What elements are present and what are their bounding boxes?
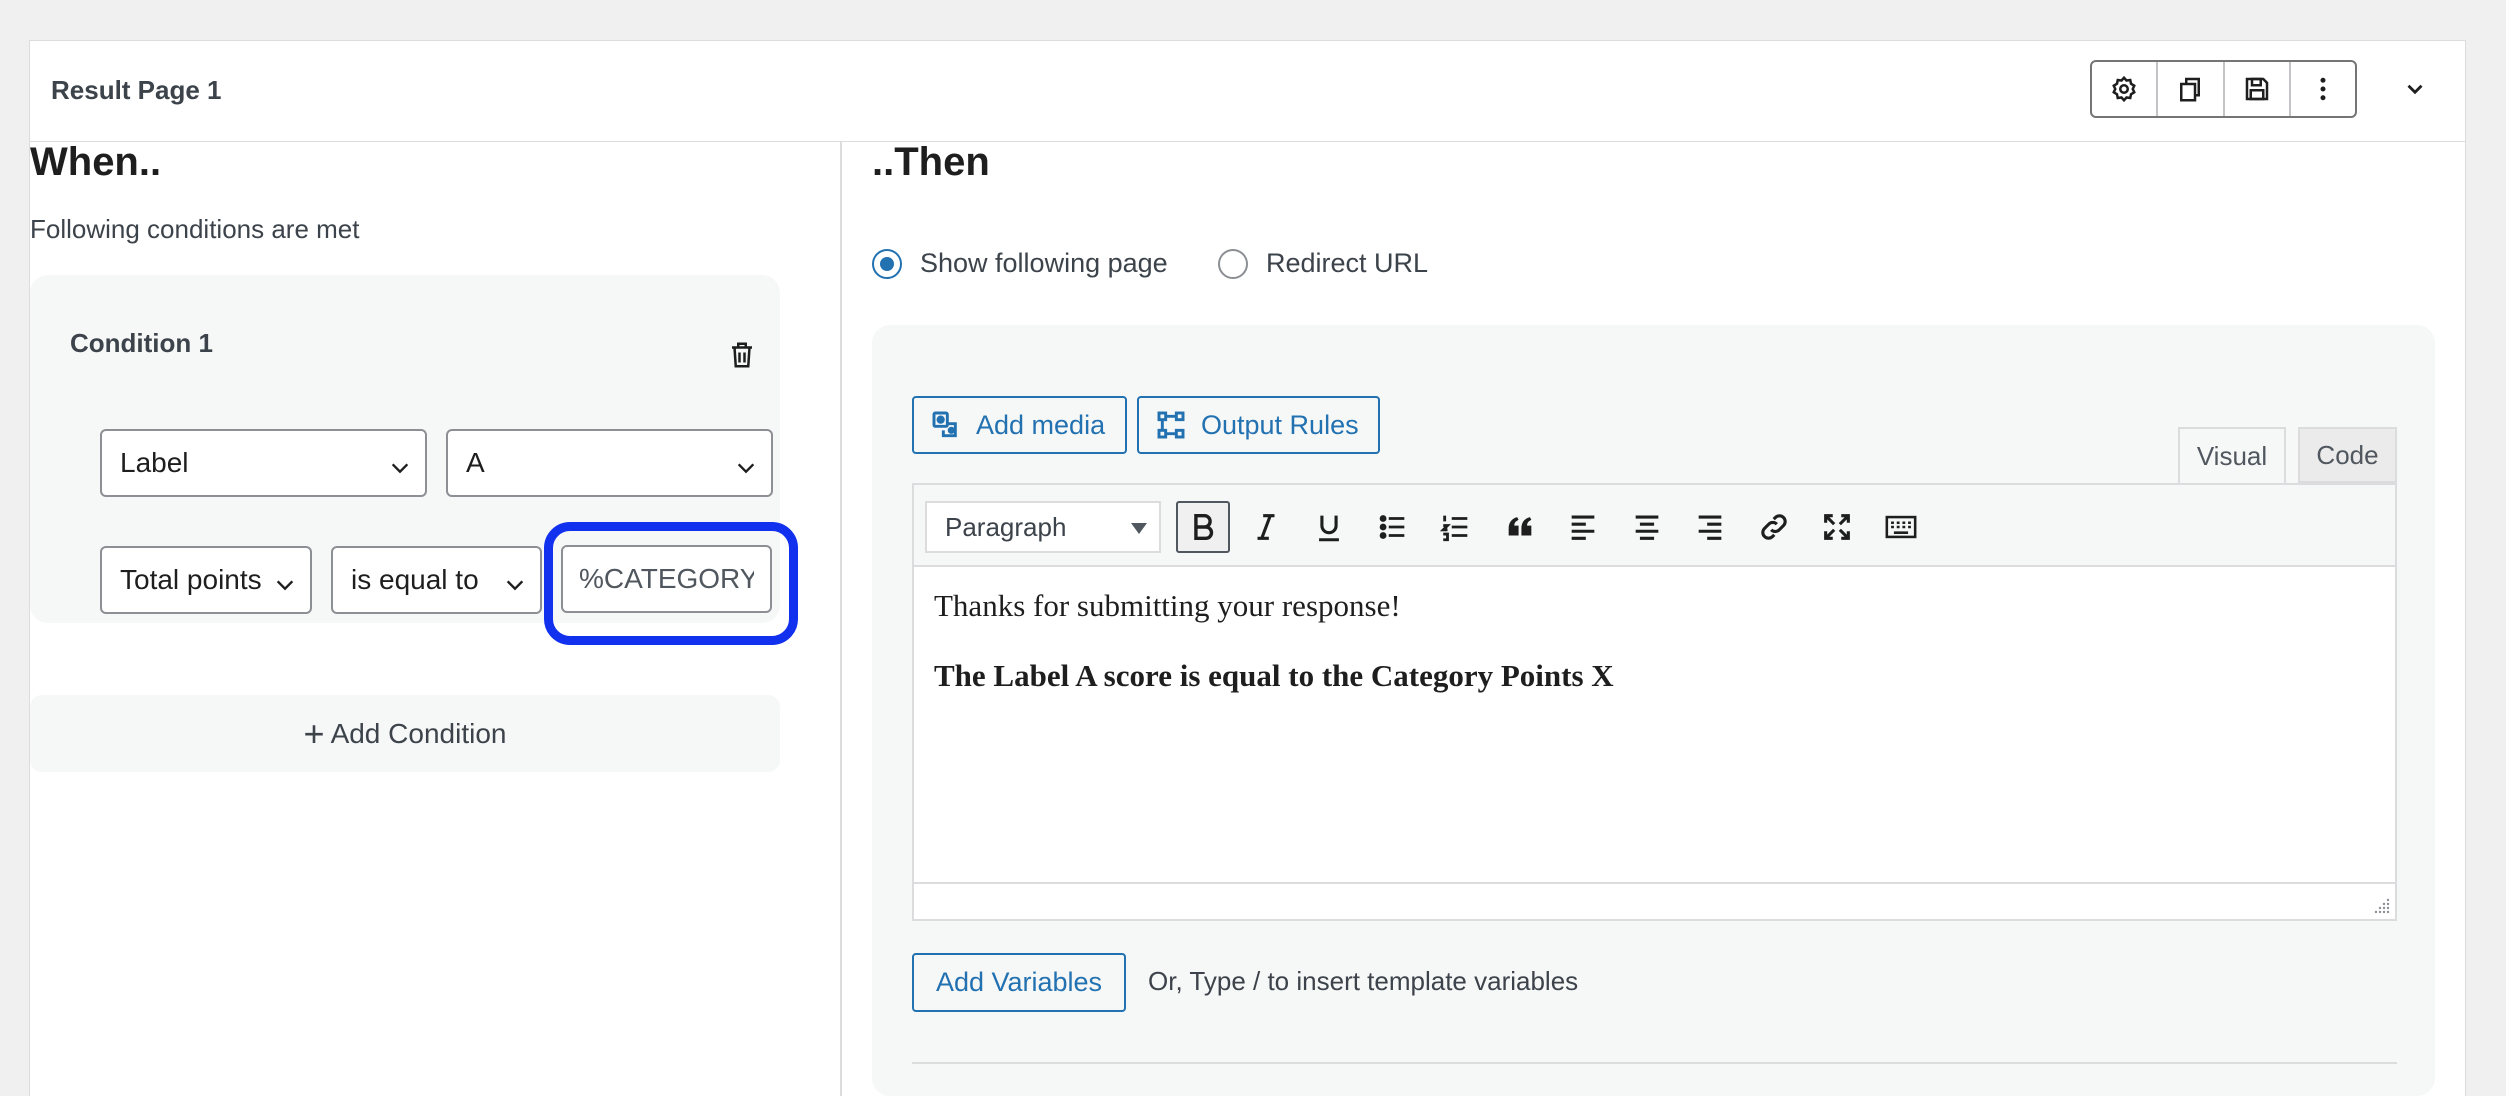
chevron-down-icon [504,570,526,591]
duplicate-button[interactable] [2158,62,2225,116]
redirect-url-option[interactable]: Redirect URL [1218,248,1428,279]
condition-operator-select[interactable]: is equal to [331,546,542,614]
bullet-list-icon [1379,515,1405,539]
duplicate-icon [2180,77,2201,102]
show-page-label: Show following page [920,248,1168,278]
column-divider [840,142,842,1096]
toolbar-toggle-button[interactable] [1874,501,1928,553]
output-rules-label: Output Rules [1201,409,1359,440]
flow-icon [1157,411,1185,439]
format-select-value: Paragraph [945,511,1067,542]
condition-label-value: A [466,447,485,478]
tab-visual[interactable]: Visual [2178,427,2286,483]
plus-icon: + [303,712,325,754]
align-left-button[interactable] [1556,501,1610,553]
save-icon [2245,77,2268,101]
condition-metric-value: Total points [120,564,262,595]
resize-grip-icon[interactable] [2373,897,2391,915]
variables-hint: Or, Type / to insert template variables [1148,966,1579,996]
insert-link-button[interactable] [1747,501,1801,553]
align-left-icon [1571,515,1595,540]
redirect-url-label: Redirect URL [1266,248,1429,278]
condition-label-select[interactable]: A [446,429,773,497]
panel-header: Result Page 1 [30,41,2465,142]
condition-metric-select[interactable]: Total points [100,546,312,614]
condition-title: Condition 1 [70,328,213,358]
chevron-down-icon [389,453,411,474]
add-media-button[interactable]: Add media [912,396,1127,454]
condition-field-value: Label [120,447,189,478]
numbered-list-button[interactable] [1429,501,1483,553]
bold-icon [1194,513,1214,541]
chevron-down-icon [274,570,296,591]
media-icon [932,411,957,438]
align-right-button[interactable] [1683,501,1737,553]
condition-field-select[interactable]: Label [100,429,427,497]
underline-button[interactable] [1302,501,1356,553]
add-condition-label: Add Condition [330,717,507,749]
settings-button[interactable] [2092,62,2159,116]
underline-icon [1319,515,1339,542]
show-page-option[interactable]: Show following page [872,248,1168,279]
save-button[interactable] [2225,62,2291,116]
fullscreen-button[interactable] [1810,501,1864,553]
link-icon [1761,514,1787,540]
add-media-label: Add media [976,409,1106,440]
radio-unselected[interactable] [1218,248,1248,279]
collapse-button[interactable] [2397,71,2433,107]
when-subtitle: Following conditions are met [30,214,360,244]
condition-value-input[interactable] [561,545,772,613]
trash-icon[interactable] [727,340,757,370]
editor-statusbar [914,882,2395,919]
section-divider [912,1062,2397,1064]
format-select[interactable]: Paragraph [925,501,1161,553]
bullet-list-button[interactable] [1366,501,1420,553]
output-rules-button[interactable]: Output Rules [1137,396,1380,454]
editor-content[interactable]: Thanks for submitting your response! The… [914,567,2395,882]
numbered-list-icon [1439,515,1468,542]
condition-operator-value: is equal to [351,564,479,595]
radio-selected[interactable] [872,248,902,279]
editor-toolbar: Paragraph [914,485,2395,567]
chevron-down-icon [735,453,757,474]
italic-button[interactable] [1239,501,1293,553]
content-line-thanks: Thanks for submitting your response! [934,588,1401,623]
rich-text-editor: Paragraph Thanks for submitting your res… [912,483,2397,921]
content-line-score: The Label A score is equal to the Catego… [934,658,1614,694]
settings-icon [2112,75,2136,103]
then-heading: ..Then [872,140,990,184]
when-heading: When.. [30,140,162,184]
fullscreen-icon [1824,514,1850,540]
align-center-button[interactable] [1620,501,1674,553]
more-options-button[interactable] [2291,62,2355,116]
keyboard-icon [1885,515,1917,539]
align-right-icon [1698,515,1722,540]
align-center-icon [1635,515,1659,540]
blockquote-button[interactable] [1493,501,1547,553]
italic-icon [1257,514,1275,540]
more-vertical-icon [2320,77,2326,101]
add-condition-button[interactable]: + Add Condition [30,695,780,772]
caret-down-icon [1131,523,1147,534]
tab-code[interactable]: Code [2298,427,2397,483]
add-variables-button[interactable]: Add Variables [912,953,1126,1012]
quote-icon [1508,517,1532,536]
chevron-down-icon [2407,84,2423,95]
panel-toolbar [2090,60,2357,118]
bold-button[interactable] [1176,501,1230,553]
panel-title: Result Page 1 [51,75,222,105]
